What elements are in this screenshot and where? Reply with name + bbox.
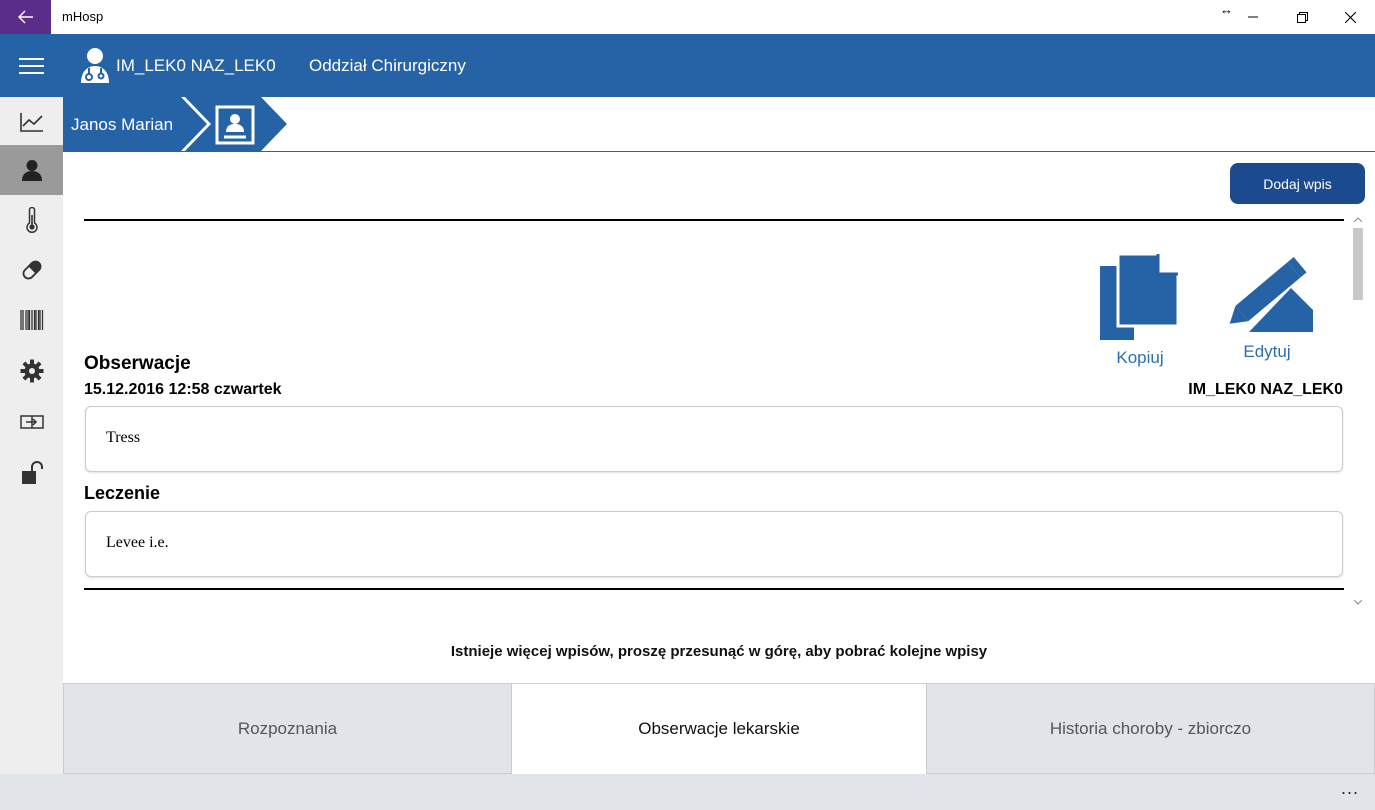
sidebar-item-medications[interactable]	[0, 245, 63, 295]
observations-field[interactable]: Tress	[85, 406, 1343, 472]
patient-card-icon[interactable]	[215, 105, 255, 145]
gear-icon	[20, 359, 43, 383]
copy-action[interactable]: Kopiuj	[1100, 252, 1180, 368]
arrow-left-icon	[17, 10, 33, 24]
copy-icon	[1100, 252, 1180, 340]
treatment-title: Leczenie	[84, 483, 161, 503]
sidebar-item-lock[interactable]	[0, 448, 63, 498]
entry-author: IM_LEK0 NAZ_LEK0	[1188, 381, 1343, 398]
close-icon	[1344, 11, 1356, 23]
patient-icon	[21, 160, 42, 181]
breadcrumb: Janos Marian	[63, 97, 1375, 152]
sidebar-item-switch[interactable]	[0, 397, 63, 447]
entry-date: 15.12.2016 12:58 czwartek	[84, 381, 282, 398]
scroll-thumb[interactable]	[1353, 228, 1363, 300]
edit-label: Edytuj	[1243, 342, 1291, 361]
department-name: Oddział Chirurgiczny	[309, 56, 466, 75]
close-button[interactable]	[1327, 0, 1373, 34]
sidebar-item-temperature[interactable]	[0, 195, 63, 245]
pencil-icon	[1229, 256, 1313, 332]
scroll-up-icon[interactable]	[1351, 212, 1365, 226]
bottom-tabs: Rozpoznania Obserwacje lekarskie Histori…	[63, 683, 1375, 774]
restore-button[interactable]	[1279, 0, 1325, 34]
sidebar-item-settings[interactable]	[0, 346, 63, 396]
doctor-icon	[81, 48, 109, 83]
entry-bottom-divider	[84, 588, 1344, 590]
tab-doctor-observations[interactable]: Obserwacje lekarskie	[511, 683, 927, 774]
entries-scrollbar[interactable]	[1351, 212, 1365, 609]
doctor-name: IM_LEK0 NAZ_LEK0	[116, 56, 276, 75]
app-title: mHosp	[62, 9, 104, 24]
barcode-icon	[19, 310, 43, 330]
observations-text: Tress	[106, 429, 141, 446]
sidebar-item-patient[interactable]	[0, 145, 63, 195]
treatment-text: Levee i.e.	[106, 534, 169, 551]
unlock-icon	[21, 461, 43, 484]
sidebar-item-charts[interactable]	[0, 97, 63, 147]
observations-title: Obserwacje	[84, 353, 191, 374]
sidebar	[0, 97, 63, 810]
scroll-down-icon[interactable]	[1351, 595, 1365, 609]
restore-icon	[1296, 11, 1308, 23]
sidebar-item-barcode[interactable]	[0, 295, 63, 345]
copy-label: Kopiuj	[1116, 348, 1164, 367]
tab-diagnoses[interactable]: Rozpoznania	[63, 683, 512, 774]
pill-icon	[22, 260, 41, 280]
back-button[interactable]	[0, 0, 51, 34]
title-bar: mHosp ↔	[0, 0, 1375, 34]
more-options-button[interactable]: ...	[1341, 778, 1359, 799]
edit-action[interactable]: Edytuj	[1219, 246, 1315, 362]
switch-icon	[19, 415, 44, 429]
hamburger-menu-button[interactable]	[0, 34, 63, 97]
more-entries-hint: Istnieje więcej wpisów, proszę przesunąć…	[450, 643, 988, 660]
minimize-button[interactable]	[1230, 0, 1276, 34]
treatment-field[interactable]: Levee i.e.	[85, 511, 1343, 577]
thermometer-icon	[25, 207, 38, 233]
minimize-icon	[1248, 16, 1258, 18]
breadcrumb-patient-name[interactable]: Janos Marian	[71, 115, 173, 135]
tab-medical-history[interactable]: Historia choroby - zbiorczo	[926, 683, 1375, 774]
app-bar: ...	[0, 774, 1375, 810]
chart-icon	[19, 113, 43, 132]
app-header: IM_LEK0 NAZ_LEK0 Oddział Chirurgiczny	[0, 34, 1375, 97]
add-entry-button[interactable]: Dodaj wpis	[1230, 163, 1365, 204]
entry-top-divider	[84, 219, 1344, 221]
app-window: mHosp ↔ IM_LEK0 NAZ_LEK0 Oddział Chirurg	[0, 0, 1375, 810]
